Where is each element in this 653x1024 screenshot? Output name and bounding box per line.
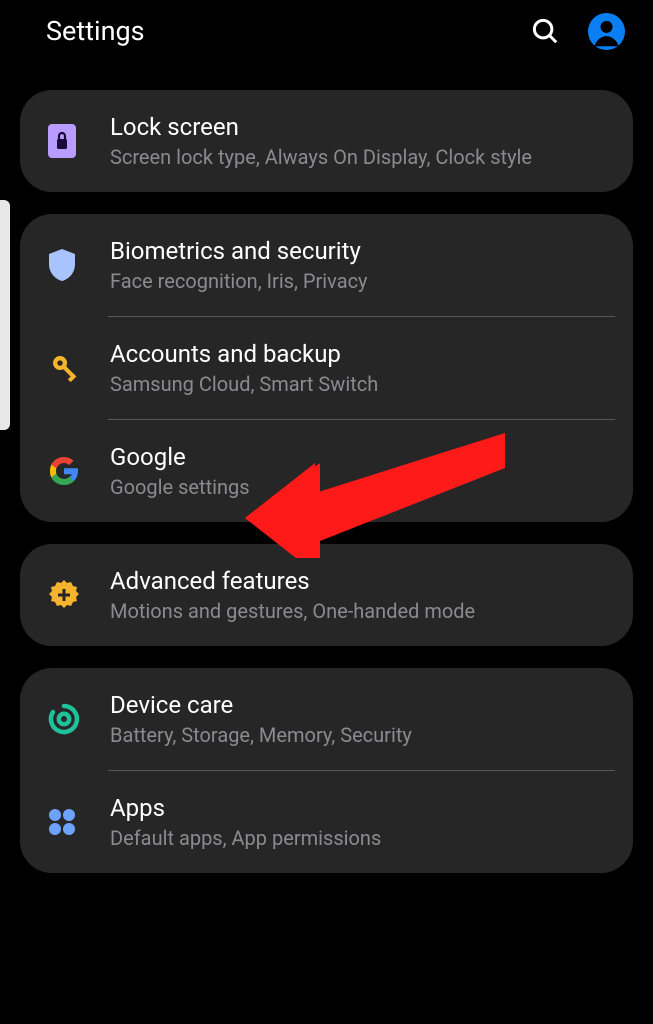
item-accounts[interactable]: Accounts and backup Samsung Cloud, Smart… (20, 317, 633, 419)
item-text: Biometrics and security Face recognition… (110, 236, 615, 294)
item-apps[interactable]: Apps Default apps, App permissions (20, 771, 633, 873)
item-title: Google (110, 442, 615, 472)
settings-card: Device care Battery, Storage, Memory, Se… (20, 668, 633, 873)
google-icon (46, 453, 110, 489)
item-text: Accounts and backup Samsung Cloud, Smart… (110, 339, 615, 397)
item-text: Device care Battery, Storage, Memory, Se… (110, 690, 615, 748)
item-lock-screen[interactable]: Lock screen Screen lock type, Always On … (20, 90, 633, 192)
header-actions (530, 13, 625, 50)
search-icon[interactable] (530, 16, 560, 46)
item-subtitle: Samsung Cloud, Smart Switch (110, 372, 615, 397)
item-title: Apps (110, 793, 615, 823)
header: Settings (0, 0, 653, 62)
item-text: Advanced features Motions and gestures, … (110, 566, 615, 624)
item-subtitle: Face recognition, Iris, Privacy (110, 269, 615, 294)
settings-card: Biometrics and security Face recognition… (20, 214, 633, 522)
item-text: Apps Default apps, App permissions (110, 793, 615, 851)
item-title: Accounts and backup (110, 339, 615, 369)
key-icon (46, 349, 110, 387)
item-title: Biometrics and security (110, 236, 615, 266)
settings-card: Lock screen Screen lock type, Always On … (20, 90, 633, 192)
item-subtitle: Motions and gestures, One-handed mode (110, 599, 615, 624)
item-biometrics[interactable]: Biometrics and security Face recognition… (20, 214, 633, 316)
device-care-icon (46, 701, 110, 737)
item-google[interactable]: Google Google settings (20, 420, 633, 522)
settings-card: Advanced features Motions and gestures, … (20, 544, 633, 646)
item-text: Lock screen Screen lock type, Always On … (110, 112, 615, 170)
lock-icon (46, 122, 110, 160)
item-title: Lock screen (110, 112, 615, 142)
item-subtitle: Google settings (110, 475, 615, 500)
gear-icon (46, 577, 110, 613)
apps-icon (46, 806, 110, 838)
item-subtitle: Screen lock type, Always On Display, Clo… (110, 145, 615, 170)
item-title: Device care (110, 690, 615, 720)
page-title: Settings (46, 15, 145, 47)
item-text: Google Google settings (110, 442, 615, 500)
item-device-care[interactable]: Device care Battery, Storage, Memory, Se… (20, 668, 633, 770)
profile-icon[interactable] (588, 13, 625, 50)
shield-icon (46, 246, 110, 284)
item-title: Advanced features (110, 566, 615, 596)
settings-list: Lock screen Screen lock type, Always On … (0, 62, 653, 873)
item-subtitle: Battery, Storage, Memory, Security (110, 723, 615, 748)
scroll-thumb[interactable] (0, 200, 10, 430)
item-advanced[interactable]: Advanced features Motions and gestures, … (20, 544, 633, 646)
item-subtitle: Default apps, App permissions (110, 826, 615, 851)
